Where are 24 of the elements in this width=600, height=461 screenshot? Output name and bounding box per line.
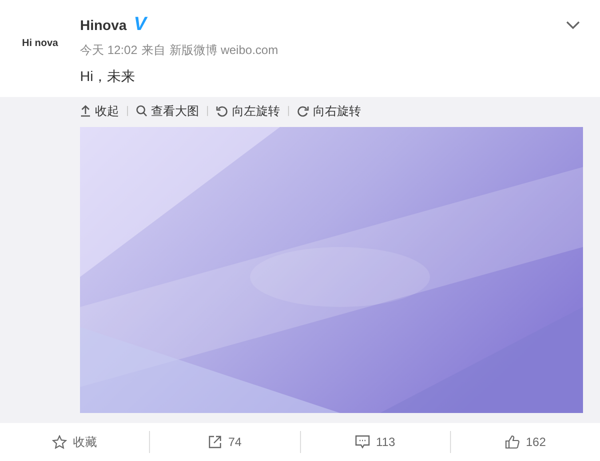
rotate-right-icon <box>297 105 309 117</box>
verified-mark: V <box>134 14 146 36</box>
action-button[interactable]: 74 <box>150 435 300 449</box>
thumbs-up-icon <box>504 435 520 449</box>
chevron-down-icon[interactable] <box>566 21 580 30</box>
star-icon <box>52 435 68 449</box>
action-button[interactable]: 113 <box>300 435 450 449</box>
action-button[interactable]: 162 <box>450 435 600 449</box>
search-icon <box>136 105 147 117</box>
upload-arrow-icon <box>80 105 91 117</box>
media-toolbar-button[interactable]: 收起 <box>80 102 119 120</box>
media-toolbar-button[interactable]: 向右旋转 <box>297 102 361 120</box>
post-text: Hi，未来 <box>80 68 136 86</box>
post-time[interactable]: 今天 12:02 <box>80 42 138 59</box>
media-toolbar-button[interactable]: 向左旋转 <box>216 102 280 120</box>
post-source[interactable]: 新版微博 weibo.com <box>169 42 278 59</box>
share-icon <box>208 435 222 449</box>
media-toolbar-button[interactable]: 查看大图 <box>136 102 199 120</box>
action-button[interactable]: 收藏 <box>0 434 150 450</box>
rotate-left-icon <box>216 105 228 117</box>
avatar-logo[interactable]: Hi nova <box>22 38 70 52</box>
author-name[interactable]: Hinova <box>80 17 127 33</box>
source-prefix: 来自 <box>141 42 166 59</box>
comment-icon <box>355 435 370 449</box>
